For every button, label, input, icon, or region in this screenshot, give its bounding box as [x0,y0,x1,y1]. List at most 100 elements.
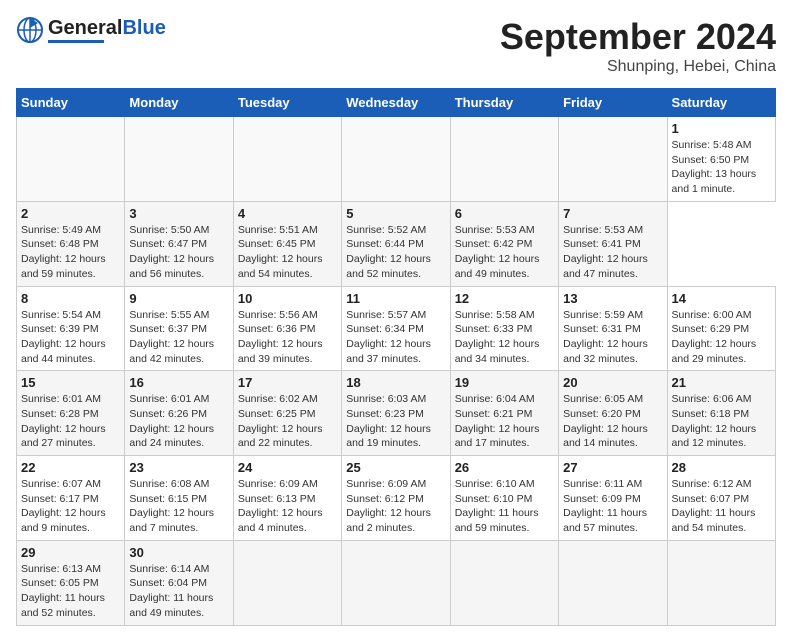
calendar-week-6: 29Sunrise: 6:13 AMSunset: 6:05 PMDayligh… [17,540,776,625]
day-number: 6 [455,206,554,221]
day-number: 8 [21,291,120,306]
calendar-cell: 21Sunrise: 6:06 AMSunset: 6:18 PMDayligh… [667,371,775,456]
day-detail: Sunrise: 6:00 AMSunset: 6:29 PMDaylight:… [672,308,771,367]
day-detail: Sunrise: 5:58 AMSunset: 6:33 PMDaylight:… [455,308,554,367]
col-header-sunday: Sunday [17,89,125,117]
calendar-cell [450,117,558,202]
calendar-cell [342,117,450,202]
day-number: 29 [21,545,120,560]
month-title: September 2024 [500,16,776,58]
day-detail: Sunrise: 6:02 AMSunset: 6:25 PMDaylight:… [238,392,337,451]
calendar-cell: 1Sunrise: 5:48 AMSunset: 6:50 PMDaylight… [667,117,775,202]
col-header-thursday: Thursday [450,89,558,117]
calendar-cell [559,540,667,625]
day-detail: Sunrise: 6:01 AMSunset: 6:26 PMDaylight:… [129,392,228,451]
day-number: 1 [672,121,771,136]
day-detail: Sunrise: 6:08 AMSunset: 6:15 PMDaylight:… [129,477,228,536]
day-detail: Sunrise: 5:49 AMSunset: 6:48 PMDaylight:… [21,223,120,282]
calendar-cell: 18 Sunrise: 6:03 AMSunset: 6:23 PMDayligh… [342,371,450,456]
day-number: 28 [672,460,771,475]
calendar-cell [667,540,775,625]
col-header-saturday: Saturday [667,89,775,117]
calendar-cell: 6Sunrise: 5:53 AMSunset: 6:42 PMDaylight… [450,201,558,286]
calendar-cell [233,540,341,625]
day-number: 22 [21,460,120,475]
day-number: 2 [21,206,120,221]
calendar-cell: 30Sunrise: 6:14 AMSunset: 6:04 PMDayligh… [125,540,233,625]
calendar-cell: 15 Sunrise: 6:01 AMSunset: 6:28 PMDayligh… [17,371,125,456]
day-number: 15 [21,375,120,390]
calendar-cell: 4 Sunrise: 5:51 AMSunset: 6:45 PMDaylight… [233,201,341,286]
title-area: September 2024 Shunping, Hebei, China [500,16,776,76]
calendar-cell [450,540,558,625]
day-detail: Sunrise: 5:54 AMSunset: 6:39 PMDaylight:… [21,308,120,367]
day-number: 14 [672,291,771,306]
calendar-cell: 19Sunrise: 6:04 AMSunset: 6:21 PMDayligh… [450,371,558,456]
day-detail: Sunrise: 6:01 AMSunset: 6:28 PMDaylight:… [21,392,120,451]
day-number: 5 [346,206,445,221]
calendar-cell [559,117,667,202]
day-detail: Sunrise: 6:09 AMSunset: 6:12 PMDaylight:… [346,477,445,536]
calendar-cell: 2 Sunrise: 5:49 AMSunset: 6:48 PMDaylight… [17,201,125,286]
calendar-cell: 24 Sunrise: 6:09 AMSunset: 6:13 PMDayligh… [233,456,341,541]
calendar-cell: 12Sunrise: 5:58 AMSunset: 6:33 PMDayligh… [450,286,558,371]
day-detail: Sunrise: 5:50 AMSunset: 6:47 PMDaylight:… [129,223,228,282]
day-detail: Sunrise: 6:07 AMSunset: 6:17 PMDaylight:… [21,477,120,536]
day-detail: Sunrise: 5:59 AMSunset: 6:31 PMDaylight:… [563,308,662,367]
day-number: 17 [238,375,337,390]
calendar-cell: 7Sunrise: 5:53 AMSunset: 6:41 PMDaylight… [559,201,667,286]
day-number: 3 [129,206,228,221]
calendar-cell [125,117,233,202]
calendar-week-3: 8 Sunrise: 5:54 AMSunset: 6:39 PMDaylight… [17,286,776,371]
day-detail: Sunrise: 6:12 AMSunset: 6:07 PMDaylight:… [672,477,771,536]
calendar-cell [342,540,450,625]
day-number: 27 [563,460,662,475]
calendar-cell: 5 Sunrise: 5:52 AMSunset: 6:44 PMDaylight… [342,201,450,286]
calendar-cell: 11 Sunrise: 5:57 AMSunset: 6:34 PMDayligh… [342,286,450,371]
day-number: 19 [455,375,554,390]
day-detail: Sunrise: 5:55 AMSunset: 6:37 PMDaylight:… [129,308,228,367]
logo: GeneralBlue [16,16,166,44]
day-detail: Sunrise: 5:53 AMSunset: 6:41 PMDaylight:… [563,223,662,282]
day-detail: Sunrise: 5:52 AMSunset: 6:44 PMDaylight:… [346,223,445,282]
day-detail: Sunrise: 5:51 AMSunset: 6:45 PMDaylight:… [238,223,337,282]
day-number: 9 [129,291,228,306]
calendar-week-4: 15 Sunrise: 6:01 AMSunset: 6:28 PMDayligh… [17,371,776,456]
calendar-week-1: 1Sunrise: 5:48 AMSunset: 6:50 PMDaylight… [17,117,776,202]
day-number: 11 [346,291,445,306]
day-number: 30 [129,545,228,560]
calendar-cell: 25 Sunrise: 6:09 AMSunset: 6:12 PMDayligh… [342,456,450,541]
day-number: 10 [238,291,337,306]
day-detail: Sunrise: 5:56 AMSunset: 6:36 PMDaylight:… [238,308,337,367]
day-number: 20 [563,375,662,390]
calendar-table: SundayMondayTuesdayWednesdayThursdayFrid… [16,88,776,626]
day-detail: Sunrise: 6:05 AMSunset: 6:20 PMDaylight:… [563,392,662,451]
day-number: 26 [455,460,554,475]
calendar-cell: 29Sunrise: 6:13 AMSunset: 6:05 PMDayligh… [17,540,125,625]
calendar-week-5: 22 Sunrise: 6:07 AMSunset: 6:17 PMDayligh… [17,456,776,541]
day-number: 13 [563,291,662,306]
day-detail: Sunrise: 6:03 AMSunset: 6:23 PMDaylight:… [346,392,445,451]
col-header-monday: Monday [125,89,233,117]
day-number: 21 [672,375,771,390]
calendar-week-2: 2 Sunrise: 5:49 AMSunset: 6:48 PMDaylight… [17,201,776,286]
day-number: 18 [346,375,445,390]
day-number: 4 [238,206,337,221]
col-header-tuesday: Tuesday [233,89,341,117]
calendar-cell [17,117,125,202]
day-number: 25 [346,460,445,475]
day-number: 24 [238,460,337,475]
calendar-cell: 28 Sunrise: 6:12 AMSunset: 6:07 PMDayligh… [667,456,775,541]
calendar-cell [233,117,341,202]
col-header-wednesday: Wednesday [342,89,450,117]
calendar-cell: 13 Sunrise: 5:59 AMSunset: 6:31 PMDayligh… [559,286,667,371]
header: GeneralBlue September 2024 Shunping, Heb… [16,16,776,76]
calendar-cell: 10 Sunrise: 5:56 AMSunset: 6:36 PMDayligh… [233,286,341,371]
day-detail: Sunrise: 5:57 AMSunset: 6:34 PMDaylight:… [346,308,445,367]
calendar-cell: 8 Sunrise: 5:54 AMSunset: 6:39 PMDaylight… [17,286,125,371]
calendar-cell: 26Sunrise: 6:10 AMSunset: 6:10 PMDayligh… [450,456,558,541]
day-number: 23 [129,460,228,475]
day-detail: Sunrise: 6:11 AMSunset: 6:09 PMDaylight:… [563,477,662,536]
day-detail: Sunrise: 6:09 AMSunset: 6:13 PMDaylight:… [238,477,337,536]
calendar-cell: 17 Sunrise: 6:02 AMSunset: 6:25 PMDayligh… [233,371,341,456]
